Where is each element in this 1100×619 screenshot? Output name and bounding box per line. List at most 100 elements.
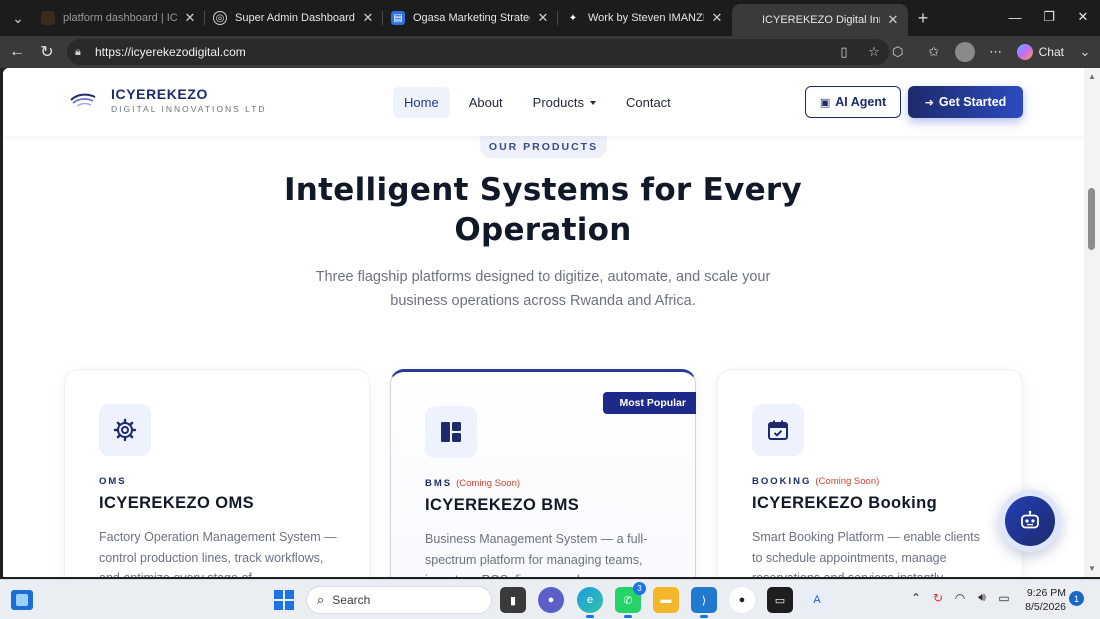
chat-label: Chat — [1038, 45, 1064, 59]
logo-mark-icon — [70, 93, 96, 107]
card-tag-label: BMS — [425, 478, 453, 489]
terminal-icon[interactable]: ▭ — [767, 587, 793, 613]
page-scrollbar[interactable]: ▲ ▼ — [1084, 68, 1100, 577]
page-viewport: ICYEREKEZO DIGITAL INNOVATIONS LTD Home … — [3, 68, 1084, 577]
wifi-icon[interactable]: ◠ — [949, 591, 971, 605]
github-icon[interactable]: ● — [729, 587, 755, 613]
browser-toolbar: ← ↻ 🔒︎ https://icyerekezodigital.com ▯ ☆… — [0, 36, 1100, 68]
scroll-down-icon[interactable]: ▼ — [1084, 564, 1100, 573]
notification-badge[interactable]: 1 — [1069, 591, 1084, 606]
clock-date: 8/5/2026 — [1025, 601, 1066, 613]
get-started-button[interactable]: ➜ Get Started — [908, 86, 1023, 118]
card-tag-label: OMS — [99, 476, 127, 487]
card-title: ICYEREKEZO OMS — [99, 494, 255, 512]
volume-icon[interactable]: 🔊︎ — [971, 590, 993, 605]
tab-title: ICYEREKEZO Digital Innovations — [762, 14, 880, 26]
gear-icon — [113, 418, 137, 442]
windows-start-icon[interactable] — [274, 590, 294, 610]
brand-name: ICYEREKEZO — [111, 86, 209, 102]
browser-tab[interactable]: ✦ Work by Steven IMANZI ✕ — [558, 3, 732, 33]
new-tab-button[interactable]: + — [908, 8, 938, 29]
google-docs-icon: ▤ — [391, 11, 405, 25]
tab-close-icon[interactable]: ✕ — [183, 10, 197, 26]
browser-tab[interactable]: platform dashboard | ICYEREKEZO ✕ — [33, 3, 205, 33]
robot-icon — [1021, 510, 1039, 529]
section-title-line2: Operation — [454, 212, 632, 248]
browser-tab-strip: ⌄ platform dashboard | ICYEREKEZO ✕ ◎ Su… — [0, 0, 1100, 36]
arrow-circle-right-icon: ➜ — [924, 96, 934, 109]
vscode-icon[interactable]: ⟩ — [691, 587, 717, 618]
whatsapp-icon[interactable]: ✆ 3 — [615, 582, 646, 618]
card-icon-box — [425, 406, 477, 458]
ai-agent-button[interactable]: ▣ AI Agent — [805, 86, 901, 118]
site-header: ICYEREKEZO DIGITAL INNOVATIONS LTD Home … — [3, 68, 1084, 136]
restore-icon[interactable]: ❐ — [1032, 0, 1066, 34]
robot-icon: ▣ — [819, 96, 831, 109]
section-subtitle-line1: Three flagship platforms designed to dig… — [315, 269, 771, 285]
scrollbar-thumb[interactable] — [1088, 188, 1095, 250]
product-card-oms[interactable]: OMS ICYEREKEZO OMS Factory Operation Man… — [64, 369, 370, 577]
app-launcher-icon[interactable]: A — [804, 587, 830, 613]
browser-tab-active[interactable]: ICYEREKEZO Digital Innovations ✕ — [732, 4, 908, 36]
ai-agent-label: AI Agent — [835, 95, 887, 109]
coming-soon-label: (Coming Soon) — [815, 476, 880, 487]
system-tray: ⌃ ↻ ◠ 🔊︎ ▭ — [905, 590, 1015, 605]
widgets-icon[interactable] — [11, 590, 33, 610]
lock-icon[interactable]: 🔒︎ — [75, 46, 91, 59]
url-text[interactable]: https://icyerekezodigital.com — [95, 45, 829, 59]
task-view-icon[interactable]: ▮ — [500, 587, 526, 613]
most-popular-badge: Most Popular — [603, 392, 696, 414]
address-bar[interactable]: 🔒︎ https://icyerekezodigital.com ▯ ☆ — [67, 39, 889, 65]
card-tag: OMS — [99, 476, 127, 487]
more-options-icon[interactable]: ⋯ — [981, 44, 1011, 60]
edge-browser-icon[interactable]: e — [577, 587, 603, 618]
site-favicon — [740, 13, 754, 27]
whatsapp-badge: 3 — [633, 582, 646, 595]
reader-view-icon[interactable]: ▯ — [829, 44, 859, 60]
nav-products[interactable]: Products — [522, 87, 607, 118]
copilot-chat-button[interactable]: Chat — [1011, 44, 1070, 60]
file-explorer-icon[interactable]: ▬ — [653, 587, 679, 613]
tab-title: Work by Steven IMANZI — [588, 12, 704, 24]
brand-logo[interactable]: ICYEREKEZO DIGITAL INNOVATIONS LTD — [69, 86, 267, 114]
taskbar-search[interactable]: ⌕ Search — [306, 586, 492, 614]
update-icon[interactable]: ↻ — [927, 591, 949, 605]
back-icon[interactable]: ← — [2, 38, 32, 66]
card-tag: BMS (Coming Soon) — [425, 478, 520, 489]
tab-close-icon[interactable]: ✕ — [886, 12, 900, 28]
nav-about[interactable]: About — [458, 87, 514, 118]
refresh-icon[interactable]: ↻ — [32, 38, 62, 66]
tab-close-icon[interactable]: ✕ — [710, 10, 724, 26]
profile-avatar[interactable] — [954, 42, 975, 62]
caret-down-icon — [589, 100, 596, 105]
coming-soon-label: (Coming Soon) — [456, 478, 521, 489]
extensions-icon[interactable]: ⬡ — [883, 44, 913, 60]
browser-tab[interactable]: ▤ Ogasa Marketing Strategy Plan ✕ — [383, 3, 558, 33]
nav-home[interactable]: Home — [393, 87, 450, 118]
teams-chat-icon[interactable]: ● — [538, 587, 564, 613]
tab-close-icon[interactable]: ✕ — [536, 10, 550, 26]
globe-icon: ◎ — [213, 11, 227, 25]
sidebar-toggle-icon[interactable]: ⌄ — [1070, 44, 1100, 60]
product-card-booking[interactable]: BOOKING (Coming Soon) ICYEREKEZO Booking … — [717, 369, 1023, 577]
close-window-icon[interactable]: ✕ — [1066, 0, 1100, 34]
browser-tab[interactable]: ◎ Super Admin Dashboard - ICYEREKEZO ✕ — [205, 3, 383, 33]
card-description: Factory Operation Management System — co… — [99, 530, 337, 577]
product-card-bms[interactable]: Most Popular BMS (Coming Soon) ICYEREKEZO… — [390, 369, 696, 577]
chatbot-fab[interactable] — [999, 490, 1061, 552]
scroll-up-icon[interactable]: ▲ — [1084, 72, 1100, 81]
minimize-icon[interactable]: — — [998, 0, 1032, 34]
nav-contact[interactable]: Contact — [615, 87, 682, 118]
card-icon-box — [752, 404, 804, 456]
tab-favicon — [41, 11, 55, 25]
section-subtitle-line2: business operations across Rwanda and Af… — [390, 293, 696, 309]
tab-actions-menu[interactable]: ⌄ — [3, 4, 33, 32]
tray-chevron-up-icon[interactable]: ⌃ — [905, 591, 927, 605]
brand-tagline: DIGITAL INNOVATIONS LTD — [111, 104, 267, 114]
section-title: Intelligent Systems for Every Operation — [243, 170, 843, 250]
taskbar-clock[interactable]: 9:26 PM 8/5/2026 — [1010, 586, 1066, 614]
tab-title: Super Admin Dashboard - ICYEREKEZO — [235, 12, 355, 24]
favorites-icon[interactable]: ✩ — [919, 44, 949, 60]
card-title: ICYEREKEZO BMS — [425, 496, 580, 514]
tab-close-icon[interactable]: ✕ — [361, 10, 375, 26]
